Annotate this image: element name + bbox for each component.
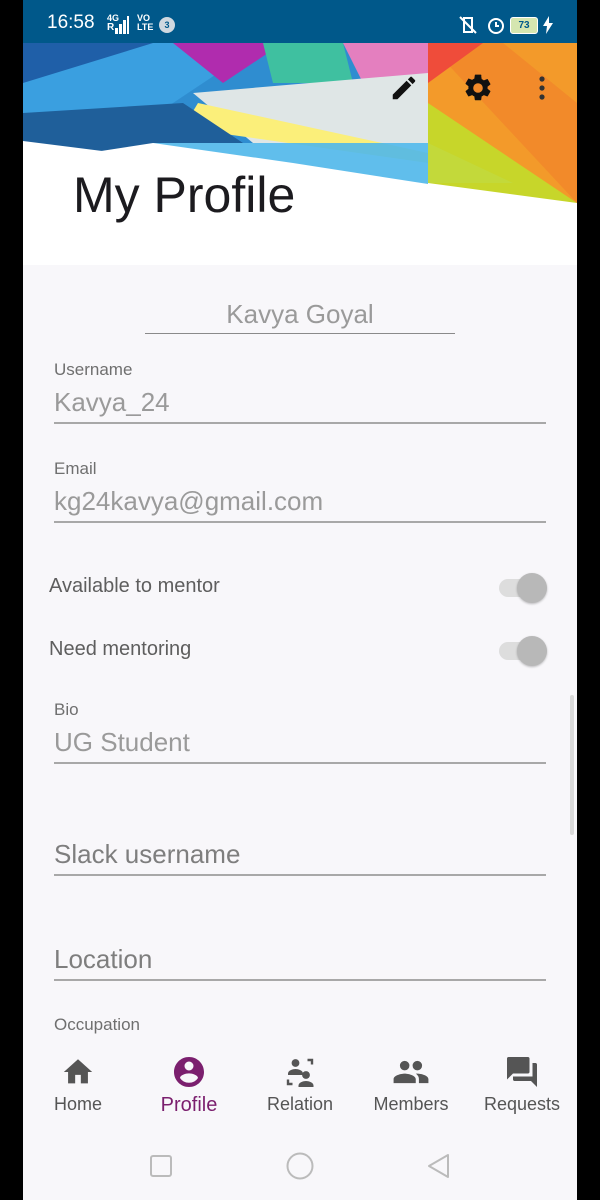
vibrate-muted-icon	[459, 16, 477, 34]
username-field[interactable]: Username Kavya_24	[54, 360, 546, 424]
need-mentoring-switch[interactable]	[499, 636, 549, 666]
battery-level: 73	[518, 20, 530, 31]
scrollbar[interactable]	[570, 695, 574, 835]
slack-username-field[interactable]: Slack username	[54, 834, 546, 876]
people-icon	[393, 1060, 429, 1084]
more-vert-icon	[539, 76, 545, 100]
account-circle-icon	[174, 1057, 204, 1087]
available-to-mentor-switch[interactable]	[499, 573, 549, 603]
bio-field[interactable]: Bio UG Student	[54, 700, 546, 764]
home-system-button[interactable]	[282, 1148, 318, 1184]
nav-profile-label: Profile	[160, 1094, 218, 1116]
triangle-back-icon	[428, 1154, 449, 1178]
email-value[interactable]: kg24kavya@gmail.com	[54, 481, 546, 523]
name-field[interactable]: Kavya Goyal	[145, 295, 455, 334]
username-label: Username	[54, 360, 133, 379]
nav-home-label: Home	[53, 1094, 102, 1114]
bio-value[interactable]: UG Student	[54, 722, 546, 764]
available-to-mentor-row: Available to mentor	[49, 567, 549, 607]
profile-header: My Profile	[23, 43, 577, 265]
system-navigation-bar	[23, 1132, 577, 1200]
bottom-navigation: Home Profile Relation Members Requests	[23, 1040, 577, 1132]
volte-indicator: VO LTE	[137, 14, 153, 32]
nav-home[interactable]: Home	[23, 1052, 133, 1132]
email-label: Email	[54, 459, 97, 478]
need-mentoring-label: Need mentoring	[49, 638, 192, 660]
home-icon	[63, 1059, 93, 1084]
notification-count-badge: 3	[159, 17, 175, 33]
email-field[interactable]: Email kg24kavya@gmail.com	[54, 459, 546, 523]
overflow-menu-button[interactable]	[525, 71, 559, 105]
signal-icon	[115, 16, 129, 34]
relation-icon	[286, 1058, 314, 1087]
square-icon	[150, 1155, 172, 1177]
nav-requests-label: Requests	[483, 1094, 561, 1114]
app-screen: 16:58 4G R VO LTE 3 73 My Profile Kavya …	[23, 0, 577, 1200]
profile-form: Kavya Goyal Username Kavya_24 Email kg24…	[23, 265, 577, 1040]
nav-profile[interactable]: Profile	[134, 1052, 244, 1132]
nav-members[interactable]: Members	[356, 1052, 466, 1132]
username-value[interactable]: Kavya_24	[54, 382, 546, 424]
switch-knob	[517, 636, 547, 666]
circle-icon	[286, 1152, 314, 1180]
network-r-label: R	[107, 22, 115, 33]
gear-icon	[465, 74, 491, 101]
alarm-icon	[488, 18, 504, 34]
available-to-mentor-label: Available to mentor	[49, 575, 220, 597]
back-button[interactable]	[421, 1148, 457, 1184]
nav-relation[interactable]: Relation	[245, 1052, 355, 1132]
status-time: 16:58	[47, 12, 95, 33]
nav-relation-label: Relation	[266, 1094, 334, 1114]
page-title: My Profile	[73, 167, 296, 223]
need-mentoring-row: Need mentoring	[49, 630, 549, 670]
occupation-field[interactable]: Occupation	[54, 1015, 546, 1037]
nav-requests[interactable]: Requests	[467, 1052, 577, 1132]
edit-button[interactable]	[387, 71, 421, 105]
pencil-icon	[392, 76, 416, 100]
recents-button[interactable]	[143, 1148, 179, 1184]
volte-bottom-label: LTE	[137, 22, 154, 32]
status-bar: 16:58 4G R VO LTE 3 73	[23, 0, 577, 43]
bio-label: Bio	[54, 700, 79, 719]
charging-icon	[543, 16, 553, 34]
occupation-label: Occupation	[54, 1015, 140, 1034]
settings-button[interactable]	[461, 71, 495, 105]
nav-members-label: Members	[373, 1094, 449, 1114]
chat-icon	[507, 1057, 537, 1087]
location-field[interactable]: Location	[54, 939, 546, 981]
switch-knob	[517, 573, 547, 603]
battery-icon: 73	[510, 17, 538, 34]
location-placeholder[interactable]: Location	[54, 939, 546, 981]
slack-username-placeholder[interactable]: Slack username	[54, 834, 546, 876]
